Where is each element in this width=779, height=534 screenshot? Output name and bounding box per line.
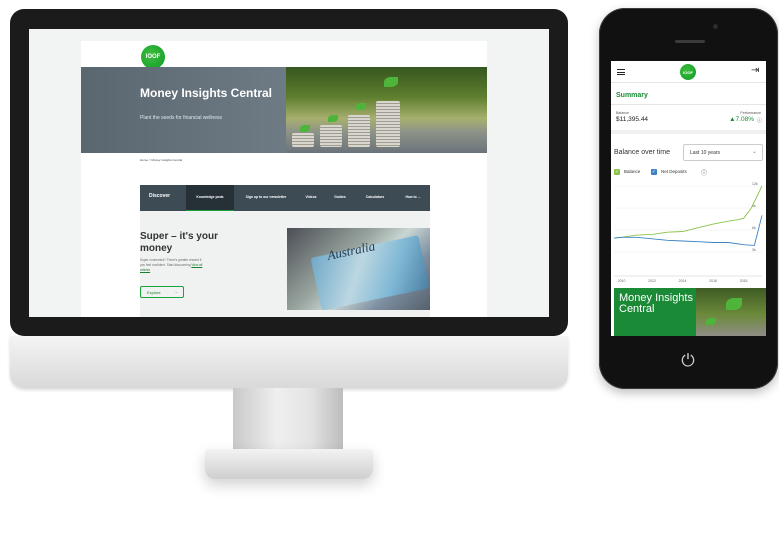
tab-knowledge-pods[interactable]: Knowledge pods xyxy=(186,185,234,211)
balance-chart: 12k9k6k3k2010 2012 2014 2016 2018 xyxy=(613,182,763,283)
summary-title: Summary xyxy=(616,92,648,99)
performance-value: ▲7.08% xyxy=(729,116,754,123)
period-select-value: Last 10 years xyxy=(690,150,721,156)
phone-screen: IOOF ⇥ Summary Balance $11,395.44 Perfor… xyxy=(611,61,766,336)
ioof-logo[interactable]: IOOF xyxy=(141,45,165,69)
tab-newsletter[interactable]: Sign up to our newsletter xyxy=(236,185,296,211)
section-gap xyxy=(611,130,766,134)
x-tick-label: 2010 xyxy=(618,279,626,283)
card-title: Money Insights Central xyxy=(619,292,693,315)
logo-text: IOOF xyxy=(145,54,161,60)
banknote-photo: Australia xyxy=(287,228,430,310)
hero-subtitle: Plant the seeds for financial wellness xyxy=(140,115,222,121)
imac-stand-neck xyxy=(233,388,343,450)
discover-nav: Discover Knowledge pods Sign up to our n… xyxy=(140,185,430,211)
card-coins-photo xyxy=(696,288,766,336)
hero-title: Money Insights Central xyxy=(140,86,273,100)
net-deposits-checkbox[interactable]: ✓ xyxy=(651,169,657,175)
x-tick-label: 2016 xyxy=(709,279,717,283)
hero-coins-photo xyxy=(286,67,487,153)
y-tick-label: 3k xyxy=(752,248,756,252)
divider xyxy=(611,104,766,105)
nav-discover-label: Discover xyxy=(149,193,171,199)
logo-text: IOOF xyxy=(683,69,693,75)
hero-banner: Money Insights Central Plant the seeds f… xyxy=(81,67,487,153)
camera-icon xyxy=(713,24,718,29)
x-tick-label: 2012 xyxy=(648,279,656,283)
balance-checkbox[interactable]: ✓ xyxy=(614,169,620,175)
speaker-grille xyxy=(675,40,705,43)
y-tick-label: 12k xyxy=(752,182,758,186)
legend-balance: Balance xyxy=(624,169,641,174)
tab-videos[interactable]: Videos xyxy=(298,185,324,211)
website-page: IOOF Money Insights Central Plant the se… xyxy=(81,41,487,317)
app-header: IOOF ⇥ xyxy=(611,61,766,83)
feature-text: Super connected? There's greater reward … xyxy=(140,258,206,273)
imac-chin xyxy=(10,336,568,388)
ioof-logo[interactable]: IOOF xyxy=(680,64,696,80)
breadcrumb[interactable]: Home > Money Insights Central xyxy=(140,158,182,162)
chevron-down-icon: ⌄ xyxy=(751,149,757,155)
tab-how-to[interactable]: How to ... xyxy=(396,185,430,211)
explore-label: Explore xyxy=(147,290,161,295)
y-tick-label: 6k xyxy=(752,226,756,230)
x-tick-label: 2014 xyxy=(679,279,687,283)
chart-title: Balance over time xyxy=(614,149,671,156)
imac-stand-foot xyxy=(205,449,373,479)
info-icon[interactable]: ⓘ xyxy=(701,168,707,177)
tab-calculators[interactable]: Calculators xyxy=(356,185,394,211)
performance-label: Performance xyxy=(740,111,761,115)
period-select[interactable]: Last 10 years ⌄ xyxy=(683,144,763,161)
x-tick-label: 2018 xyxy=(740,279,748,283)
logout-icon[interactable]: ⇥ xyxy=(751,65,759,76)
balance-value: $11,395.44 xyxy=(616,116,649,123)
feature-section: Super – it's your money Super connected?… xyxy=(140,211,430,317)
balance-label: Balance xyxy=(616,111,629,115)
info-icon[interactable]: ⓘ xyxy=(757,117,762,124)
balance-series-line xyxy=(613,185,763,239)
tab-guides[interactable]: Guides xyxy=(326,185,354,211)
hero-overlay xyxy=(81,67,286,153)
legend-net-deposits: Net Deposits xyxy=(661,169,687,174)
money-insights-card[interactable]: Money Insights Central xyxy=(614,288,766,336)
imac-screen: IOOF Money Insights Central Plant the se… xyxy=(29,29,549,317)
hamburger-menu-icon[interactable] xyxy=(617,69,625,75)
explore-button[interactable]: Explore → xyxy=(140,286,184,298)
power-icon[interactable]: ⏻ xyxy=(674,348,702,376)
arrow-right-icon: → xyxy=(174,289,178,294)
feature-title: Super – it's your money xyxy=(140,231,218,254)
